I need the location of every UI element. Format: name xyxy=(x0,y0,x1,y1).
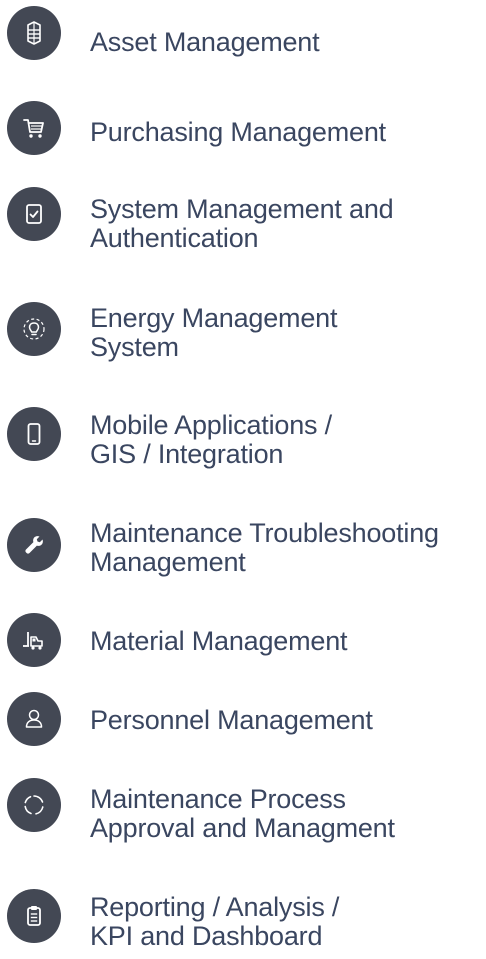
menu-item-label-line: GIS / Integration xyxy=(90,439,284,469)
menu-item-label: Material Management xyxy=(90,626,348,656)
menu-item-label-line: Purchasing Management xyxy=(90,117,386,147)
shopping-cart-icon xyxy=(7,101,61,155)
user-icon xyxy=(7,692,61,746)
menu-item-energy-management[interactable]: Energy Management System xyxy=(0,302,486,372)
database-icon xyxy=(7,6,61,60)
wrench-icon xyxy=(7,518,61,572)
menu-item-mobile-applications[interactable]: Mobile Applications / GIS / Integration xyxy=(0,407,486,477)
menu-item-label: Purchasing Management xyxy=(90,118,386,147)
menu-item-label-line: System Management and xyxy=(90,194,394,224)
menu-item-label-line: Energy Management xyxy=(90,303,338,333)
menu-item-label-line: System xyxy=(90,332,179,362)
menu-item-label-line: Material Management xyxy=(90,626,348,656)
menu-item-label-line: Maintenance Troubleshooting xyxy=(90,518,439,548)
menu-item-label: Personnel Management xyxy=(90,706,373,735)
menu-item-purchasing-management[interactable]: Purchasing Management xyxy=(0,101,486,171)
menu-item-label: Reporting / Analysis / KPI and Dashboard xyxy=(90,893,339,951)
menu-item-label: System Management and Authentication xyxy=(90,194,394,253)
mobile-phone-icon xyxy=(7,407,61,461)
menu-item-maintenance-process[interactable]: Maintenance Process Approval and Managme… xyxy=(0,778,486,848)
menu-item-label-line: Approval and Managment xyxy=(90,813,395,843)
menu-item-label-line: Authentication xyxy=(90,223,259,253)
menu-item-asset-management[interactable]: Asset Management xyxy=(0,6,486,76)
menu-item-label-line: Maintenance Process xyxy=(90,784,346,814)
menu-item-label: Maintenance Process Approval and Managme… xyxy=(90,785,395,843)
menu-item-label: Asset Management xyxy=(90,27,320,57)
menu-item-maintenance-troubleshooting[interactable]: Maintenance Troubleshooting Management xyxy=(0,518,486,588)
menu-item-label: Mobile Applications / GIS / Integration xyxy=(90,411,332,469)
document-check-icon xyxy=(7,187,61,241)
menu-item-label-line: Management xyxy=(90,547,246,577)
clipboard-icon xyxy=(7,889,61,943)
menu-item-label: Maintenance Troubleshooting Management xyxy=(90,519,439,577)
menu-item-personnel-management[interactable]: Personnel Management xyxy=(0,692,486,762)
menu-item-reporting-analysis[interactable]: Reporting / Analysis / KPI and Dashboard xyxy=(0,889,486,959)
menu-item-label-line: Mobile Applications / xyxy=(90,410,332,440)
forklift-icon xyxy=(7,613,61,667)
process-cycle-icon xyxy=(7,778,61,832)
menu-item-label: Energy Management System xyxy=(90,304,337,362)
menu-item-material-management[interactable]: Material Management xyxy=(0,613,486,683)
menu-item-label-line: Reporting / Analysis / xyxy=(90,892,340,922)
menu-item-system-management[interactable]: System Management and Authentication xyxy=(0,187,486,257)
menu-item-label-line: Asset Management xyxy=(90,27,320,57)
lightbulb-icon xyxy=(7,302,61,356)
menu-item-label-line: Personnel Management xyxy=(90,705,373,735)
